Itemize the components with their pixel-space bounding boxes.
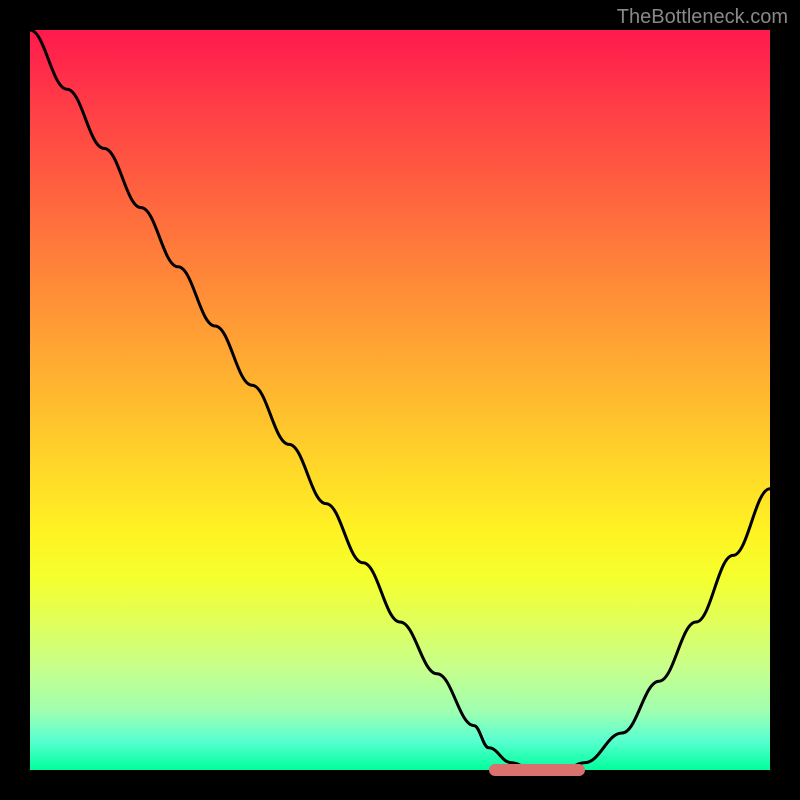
optimal-range-marker — [489, 764, 585, 776]
chart-container: TheBottleneck.com — [0, 0, 800, 800]
plot-gradient-background — [30, 30, 770, 770]
watermark-text: TheBottleneck.com — [617, 6, 788, 29]
